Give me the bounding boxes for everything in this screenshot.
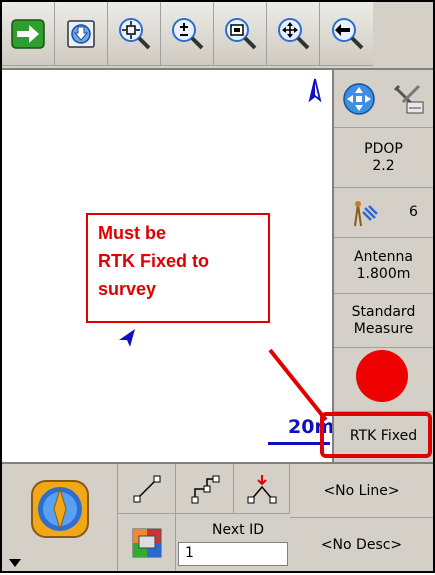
annotation-arrow [268,348,328,422]
app-window: 20m Must be RTK Fixed to survey PDOP 2.2… [0,0,435,573]
